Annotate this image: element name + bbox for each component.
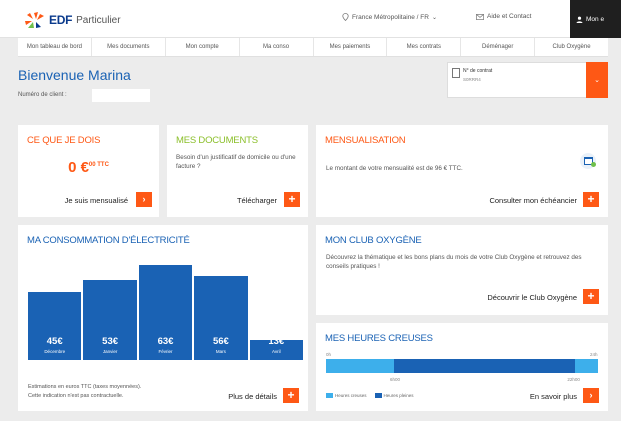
logo-product: Particulier — [76, 14, 121, 26]
contract-selector[interactable]: N° de contrat S0RRR4 ⌄ — [447, 62, 608, 98]
bar-value-label: 63€ — [157, 336, 174, 347]
tab-documents[interactable]: Mes documents — [92, 38, 166, 56]
off-peak-card: MES HEURES CREUSES 0h 24h 6h00 22h00 Heu… — [316, 323, 608, 411]
chart-note-line1: Estimations en euros TTC (taxes moyennée… — [28, 384, 142, 390]
learn-more-label[interactable]: En savoir plus — [530, 392, 577, 401]
tab-conso[interactable]: Ma conso — [240, 38, 314, 56]
page-title: Bienvenue Marina — [18, 67, 131, 83]
contract-number: S0RRR4 — [463, 77, 481, 82]
tick-peak-end: 22h00 — [567, 377, 580, 382]
legend-off-peak: Heures creuses — [326, 393, 367, 399]
mensualisation-card-title: MENSUALISATION — [325, 135, 406, 146]
club-oxygene-card: MON CLUB OXYGÈNE Découvrez la thématique… — [316, 225, 608, 315]
client-number-label: Numéro de client : — [18, 92, 67, 98]
owe-amount: 0 €00 TTC — [18, 159, 159, 176]
bar-value-label: 13€ — [268, 336, 285, 347]
edf-sun-icon — [25, 12, 44, 28]
more-details-label[interactable]: Plus de détails — [228, 392, 277, 401]
owe-card-title: CE QUE JE DOIS — [27, 135, 101, 146]
consumption-bar[interactable]: 53€ Janvier — [83, 280, 137, 360]
peak-hours-segment — [394, 359, 576, 373]
plus-icon[interactable]: + — [583, 289, 599, 304]
tab-contracts[interactable]: Mes contrats — [387, 38, 462, 56]
mensualisation-card: MENSUALISATION Le montant de votre mensu… — [316, 125, 608, 217]
legend-peak-label: Heures pleines — [383, 393, 414, 398]
help-contact-link[interactable]: Aide et Contact — [476, 13, 531, 20]
off-peak-timeline — [326, 359, 598, 373]
bar-month-label: Janvier — [102, 349, 118, 354]
legend-peak: Heures pleines — [374, 393, 414, 399]
documents-card: MES DOCUMENTS Besoin d'un justificatif d… — [167, 125, 308, 217]
chevron-down-icon[interactable]: ⌄ — [586, 62, 608, 98]
bar-month-label: Décembre — [44, 349, 66, 354]
help-label: Aide et Contact — [487, 13, 532, 20]
mensualisation-text: Le montant de votre mensualité est de 96… — [326, 165, 463, 172]
plus-icon[interactable]: + — [284, 192, 300, 207]
bar-value-label: 56€ — [212, 336, 229, 347]
plus-icon[interactable]: + — [283, 388, 299, 403]
region-label: France Métropolitaine / FR — [352, 13, 429, 21]
document-icon — [452, 68, 460, 78]
tick-start: 0h — [326, 352, 332, 357]
user-icon — [576, 16, 583, 23]
tick-peak-start: 6h00 — [390, 377, 401, 382]
main-nav: Mon tableau de bord Mes documents Mon co… — [18, 38, 608, 57]
bar-month-label: Mars — [215, 349, 226, 354]
bar-month-label: Avril — [271, 349, 281, 354]
documents-card-text: Besoin d'un justificatif de domicile ou … — [176, 154, 296, 170]
owe-action-label[interactable]: Je suis mensualisé — [65, 196, 128, 205]
chart-note-line2: Cette indication n'est pas contractuelle… — [28, 393, 124, 399]
consumption-chart: 45€ Décembre 53€ Janvier 63€ Février 56€ Mars 13… — [28, 255, 303, 360]
tab-dashboard[interactable]: Mon tableau de bord — [18, 38, 92, 56]
owe-card: CE QUE JE DOIS 0 €00 TTC Je suis mensual… — [18, 125, 159, 217]
club-card-text: Découvrez la thématique et les bons plan… — [326, 254, 582, 270]
consumption-card-title: MA CONSOMMATION D'ÉLECTRICITÉ — [27, 235, 190, 246]
chevron-right-icon[interactable]: › — [583, 388, 599, 403]
account-label: Mon e — [586, 15, 605, 23]
download-label[interactable]: Télécharger — [237, 196, 277, 205]
consumption-card: MA CONSOMMATION D'ÉLECTRICITÉ 45€ Décembr… — [18, 225, 308, 411]
client-number-value — [92, 89, 150, 102]
owe-amount-suffix: 00 TTC — [88, 162, 109, 168]
tab-account[interactable]: Mon compte — [166, 38, 240, 56]
off-peak-legend: Heures creuses Heures pleines — [326, 393, 414, 399]
consumption-bar[interactable]: 13€ Avril — [249, 336, 303, 360]
tick-end: 24h — [590, 352, 598, 357]
contract-label: N° de contrat — [463, 68, 493, 74]
chevron-down-icon: ⌄ — [431, 14, 437, 21]
legend-off-peak-label: Heures creuses — [335, 393, 367, 398]
consumption-bar[interactable]: 56€ Mars — [194, 276, 248, 360]
off-peak-card-title: MES HEURES CREUSES — [325, 333, 433, 344]
region-selector[interactable]: France Métropolitaine / FR ⌄ — [342, 13, 437, 21]
consumption-bar[interactable]: 63€ Février — [138, 265, 193, 360]
plus-icon[interactable]: + — [583, 192, 599, 207]
tab-moving[interactable]: Déménager — [461, 38, 536, 56]
calendar-icon — [580, 153, 596, 169]
my-account-button[interactable]: Mon e — [570, 0, 621, 38]
documents-card-title: MES DOCUMENTS — [176, 135, 258, 146]
owe-amount-value: 0 € — [68, 159, 89, 176]
club-card-title: MON CLUB OXYGÈNE — [325, 235, 422, 246]
chevron-right-icon[interactable]: › — [136, 192, 152, 207]
bar-value-label: 45€ — [46, 336, 63, 347]
mail-icon — [476, 13, 484, 20]
tab-club-oxygene[interactable]: Club Oxygène — [535, 38, 608, 56]
location-pin-icon — [342, 13, 349, 21]
club-action-label[interactable]: Découvrir le Club Oxygène — [487, 293, 577, 302]
schedule-label[interactable]: Consulter mon échéancier — [489, 196, 577, 205]
logo-brand: EDF — [49, 13, 73, 27]
edf-logo[interactable]: EDF Particulier — [24, 10, 121, 30]
bar-month-label: Février — [158, 349, 173, 354]
chart-note: Estimations en euros TTC (taxes moyennée… — [28, 383, 141, 401]
bar-value-label: 53€ — [102, 336, 119, 347]
top-header: EDF Particulier France Métropolitaine / … — [0, 0, 621, 38]
consumption-bar[interactable]: 45€ Décembre — [28, 292, 82, 360]
tab-payments[interactable]: Mes paiements — [314, 38, 388, 56]
